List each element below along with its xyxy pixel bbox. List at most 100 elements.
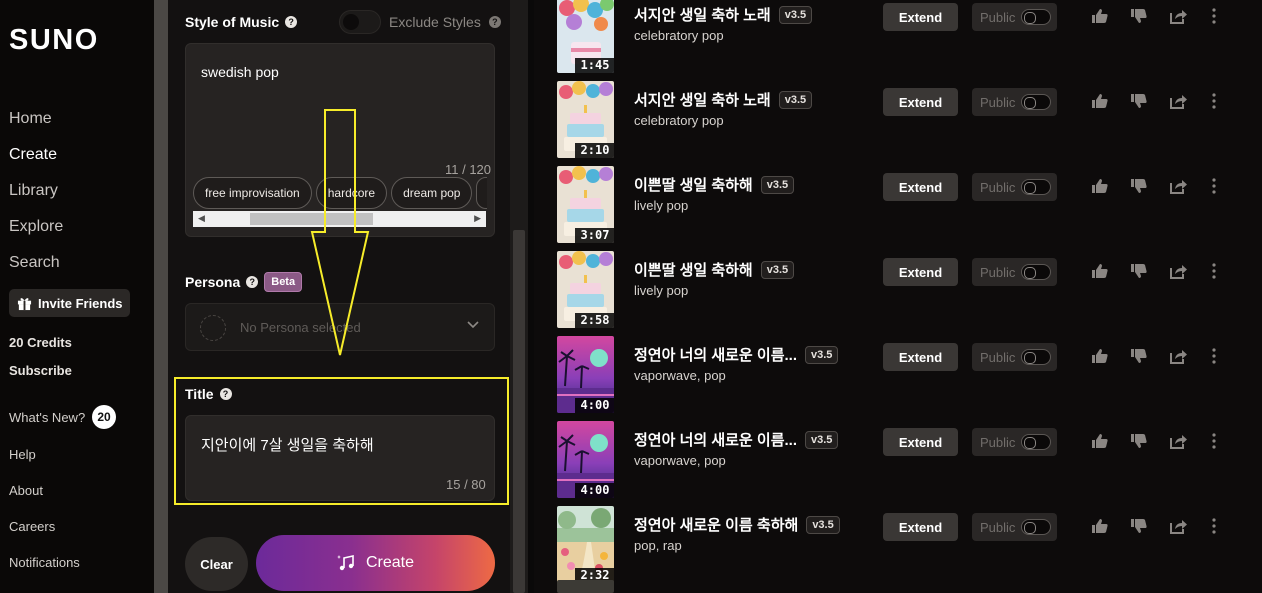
- extend-button[interactable]: Extend: [883, 428, 958, 456]
- song-genre[interactable]: lively pop: [634, 198, 688, 213]
- careers-link[interactable]: Careers: [9, 519, 55, 534]
- extend-button[interactable]: Extend: [883, 3, 958, 31]
- song-row[interactable]: 2:10 서지안 생일 축하 노래 v3.5 celebratory pop E…: [534, 77, 1262, 162]
- extend-button[interactable]: Extend: [883, 88, 958, 116]
- notifications-link[interactable]: Notifications: [9, 555, 80, 570]
- public-toggle-button[interactable]: Public: [972, 513, 1057, 541]
- song-cover-art[interactable]: 1:45: [557, 0, 614, 73]
- song-row[interactable]: 4:00 정연아 너의 새로운 이름... v3.5 vaporwave, po…: [534, 417, 1262, 502]
- about-link[interactable]: About: [9, 483, 43, 498]
- share-icon[interactable]: [1168, 261, 1188, 281]
- public-toggle-button[interactable]: Public: [972, 173, 1057, 201]
- song-genre[interactable]: lively pop: [634, 283, 688, 298]
- public-toggle[interactable]: [1021, 349, 1052, 365]
- help-icon[interactable]: ?: [219, 388, 232, 400]
- create-button[interactable]: Create: [256, 535, 495, 591]
- extend-button[interactable]: Extend: [883, 173, 958, 201]
- song-row[interactable]: 2:32 정연아 새로운 이름 축하해 v3.5 pop, rap Extend…: [534, 502, 1262, 587]
- share-icon[interactable]: [1168, 176, 1188, 196]
- public-toggle-button[interactable]: Public: [972, 258, 1057, 286]
- share-icon[interactable]: [1168, 516, 1188, 536]
- public-toggle-button[interactable]: Public: [972, 88, 1057, 116]
- public-toggle-button[interactable]: Public: [972, 343, 1057, 371]
- song-title[interactable]: 정연아 새로운 이름 축하해: [634, 514, 798, 535]
- song-row[interactable]: 3:07 이쁜딸 생일 축하해 v3.5 lively pop Extend P…: [534, 162, 1262, 247]
- song-row[interactable]: 2:58 이쁜딸 생일 축하해 v3.5 lively pop Extend P…: [534, 247, 1262, 332]
- song-cover-art[interactable]: 4:00: [557, 336, 614, 413]
- thumbs-up-icon[interactable]: [1090, 261, 1110, 281]
- song-cover-art[interactable]: 2:32: [557, 506, 614, 583]
- exclude-styles-toggle[interactable]: [339, 10, 381, 34]
- persona-select[interactable]: No Persona selected: [185, 303, 495, 351]
- extend-button[interactable]: Extend: [883, 343, 958, 371]
- style-chip[interactable]: free improvisation: [193, 177, 312, 209]
- public-toggle[interactable]: [1021, 9, 1052, 25]
- invite-friends-button[interactable]: Invite Friends: [9, 289, 130, 317]
- song-title[interactable]: 정연아 너의 새로운 이름...: [634, 344, 797, 365]
- more-options-icon[interactable]: [1204, 346, 1224, 366]
- suno-logo[interactable]: SUNO: [9, 24, 99, 57]
- song-row[interactable]: 4:00 정연아 너의 새로운 이름... v3.5 vaporwave, po…: [534, 332, 1262, 417]
- thumbs-up-icon[interactable]: [1090, 346, 1110, 366]
- style-chip[interactable]: hardcore: [315, 177, 388, 209]
- thumbs-down-icon[interactable]: [1129, 6, 1149, 26]
- public-toggle[interactable]: [1021, 264, 1052, 280]
- song-cover-art[interactable]: 2:10: [557, 81, 614, 158]
- thumbs-up-icon[interactable]: [1090, 176, 1110, 196]
- extend-button[interactable]: Extend: [883, 258, 958, 286]
- help-icon[interactable]: ?: [488, 16, 501, 28]
- song-title[interactable]: 서지안 생일 축하 노래: [634, 4, 771, 25]
- clear-button[interactable]: Clear: [185, 537, 248, 591]
- song-genre[interactable]: vaporwave, pop: [634, 368, 726, 383]
- nav-home[interactable]: Home: [9, 110, 52, 128]
- song-row[interactable]: 1:45 서지안 생일 축하 노래 v3.5 celebratory pop E…: [534, 0, 1262, 77]
- more-options-icon[interactable]: [1204, 91, 1224, 111]
- nav-search[interactable]: Search: [9, 254, 60, 272]
- public-toggle-button[interactable]: Public: [972, 3, 1057, 31]
- song-title[interactable]: 정연아 너의 새로운 이름...: [634, 429, 797, 450]
- panel-scrollbar[interactable]: [510, 0, 528, 593]
- nav-library[interactable]: Library: [9, 182, 58, 200]
- thumbs-down-icon[interactable]: [1129, 176, 1149, 196]
- thumbs-down-icon[interactable]: [1129, 346, 1149, 366]
- thumbs-up-icon[interactable]: [1090, 91, 1110, 111]
- more-options-icon[interactable]: [1204, 516, 1224, 536]
- thumbs-down-icon[interactable]: [1129, 261, 1149, 281]
- public-toggle-button[interactable]: Public: [972, 428, 1057, 456]
- share-icon[interactable]: [1168, 6, 1188, 26]
- thumbs-down-icon[interactable]: [1129, 431, 1149, 451]
- share-icon[interactable]: [1168, 91, 1188, 111]
- song-cover-art[interactable]: 2:58: [557, 251, 614, 328]
- help-icon[interactable]: ?: [246, 276, 259, 288]
- song-title[interactable]: 이쁜딸 생일 축하해: [634, 174, 753, 195]
- thumbs-down-icon[interactable]: [1129, 516, 1149, 536]
- more-options-icon[interactable]: [1204, 6, 1224, 26]
- song-genre[interactable]: vaporwave, pop: [634, 453, 726, 468]
- nav-create[interactable]: Create: [9, 146, 57, 164]
- share-icon[interactable]: [1168, 431, 1188, 451]
- thumbs-down-icon[interactable]: [1129, 91, 1149, 111]
- song-title[interactable]: 서지안 생일 축하 노래: [634, 89, 771, 110]
- more-options-icon[interactable]: [1204, 176, 1224, 196]
- style-chip-partial[interactable]: [476, 177, 487, 209]
- help-link[interactable]: Help: [9, 447, 36, 462]
- song-genre[interactable]: celebratory pop: [634, 28, 724, 43]
- public-toggle[interactable]: [1021, 434, 1052, 450]
- thumbs-up-icon[interactable]: [1090, 431, 1110, 451]
- nav-explore[interactable]: Explore: [9, 218, 63, 236]
- song-genre[interactable]: pop, rap: [634, 538, 682, 553]
- panel-scrollbar-thumb[interactable]: [513, 230, 525, 593]
- public-toggle[interactable]: [1021, 94, 1052, 110]
- share-icon[interactable]: [1168, 346, 1188, 366]
- scroll-left-icon[interactable]: ◀: [198, 213, 205, 224]
- song-title[interactable]: 이쁜딸 생일 축하해: [634, 259, 753, 280]
- exclude-styles-control[interactable]: Exclude Styles ?: [339, 10, 501, 34]
- scroll-right-icon[interactable]: ▶: [474, 213, 481, 224]
- chips-scrollbar-thumb[interactable]: [250, 213, 373, 225]
- song-cover-art[interactable]: 3:07: [557, 166, 614, 243]
- public-toggle[interactable]: [1021, 519, 1052, 535]
- extend-button[interactable]: Extend: [883, 513, 958, 541]
- public-toggle[interactable]: [1021, 179, 1052, 195]
- more-options-icon[interactable]: [1204, 431, 1224, 451]
- more-options-icon[interactable]: [1204, 261, 1224, 281]
